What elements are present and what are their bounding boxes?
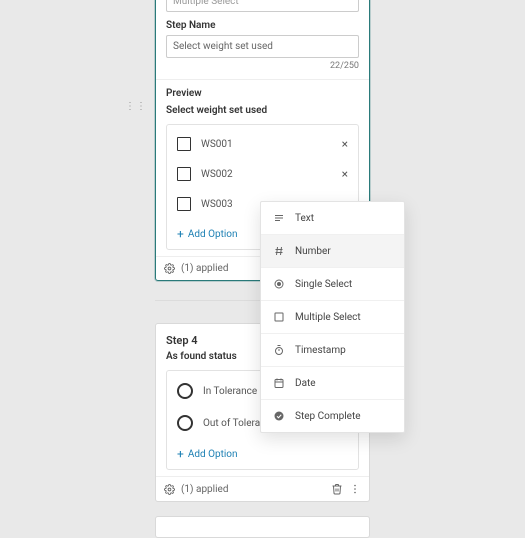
char-counter: 22/250 [166, 61, 359, 71]
text-icon [273, 212, 285, 224]
applied-count: (1) applied [181, 263, 228, 274]
delete-icon[interactable] [331, 483, 343, 495]
menu-item-label: Step Complete [295, 411, 361, 422]
step-card-next[interactable] [155, 516, 370, 538]
radio-icon[interactable] [177, 415, 193, 431]
checkbox-icon [273, 311, 285, 323]
option-row: WS001 × [177, 137, 348, 151]
check-circle-icon [273, 410, 285, 422]
menu-item-text[interactable]: Text [261, 202, 404, 235]
card-footer: (1) applied [156, 476, 369, 501]
checkbox-icon[interactable] [177, 137, 191, 151]
radio-icon[interactable] [177, 383, 193, 399]
step-name-input[interactable] [166, 35, 359, 58]
menu-item-label: Date [295, 378, 316, 389]
menu-item-label: Timestamp [295, 345, 346, 356]
preview-label: Preview [166, 88, 359, 99]
timestamp-icon [273, 344, 285, 356]
menu-item-date[interactable]: Date [261, 367, 404, 400]
applied-count: (1) applied [181, 484, 228, 495]
menu-item-step-complete[interactable]: Step Complete [261, 400, 404, 432]
remove-option-icon[interactable]: × [342, 167, 348, 181]
menu-item-timestamp[interactable]: Timestamp [261, 334, 404, 367]
add-option-label: Add Option [188, 449, 238, 460]
more-icon[interactable] [349, 483, 361, 495]
menu-item-multiple-select[interactable]: Multiple Select [261, 301, 404, 334]
step-name-label: Step Name [166, 20, 359, 31]
add-option-label: Add Option [188, 229, 238, 240]
add-option-button[interactable]: + Add Option [177, 447, 348, 461]
checkbox-icon[interactable] [177, 167, 191, 181]
gear-icon[interactable] [164, 484, 175, 495]
calendar-icon [273, 377, 285, 389]
preview-question: Select weight set used [166, 105, 359, 116]
plus-icon: + [177, 227, 184, 241]
step-type-select[interactable]: Multiple Select [166, 0, 359, 12]
menu-item-label: Number [295, 246, 331, 257]
option-label: WS001 [201, 139, 332, 150]
menu-item-label: Multiple Select [295, 312, 361, 323]
menu-item-single-select[interactable]: Single Select [261, 268, 404, 301]
step-type-menu: Text Number Single Select Multiple Selec… [260, 201, 405, 433]
plus-icon: + [177, 447, 184, 461]
menu-item-label: Text [295, 213, 314, 224]
checkbox-icon[interactable] [177, 197, 191, 211]
radio-icon [273, 278, 285, 290]
option-label: WS002 [201, 169, 332, 180]
gear-icon[interactable] [164, 263, 175, 274]
remove-option-icon[interactable]: × [342, 137, 348, 151]
drag-handle-icon[interactable]: ⋮⋮ [125, 101, 147, 112]
menu-item-number[interactable]: Number [261, 235, 404, 268]
number-icon [273, 245, 285, 257]
option-row: WS002 × [177, 167, 348, 181]
menu-item-label: Single Select [295, 279, 352, 290]
